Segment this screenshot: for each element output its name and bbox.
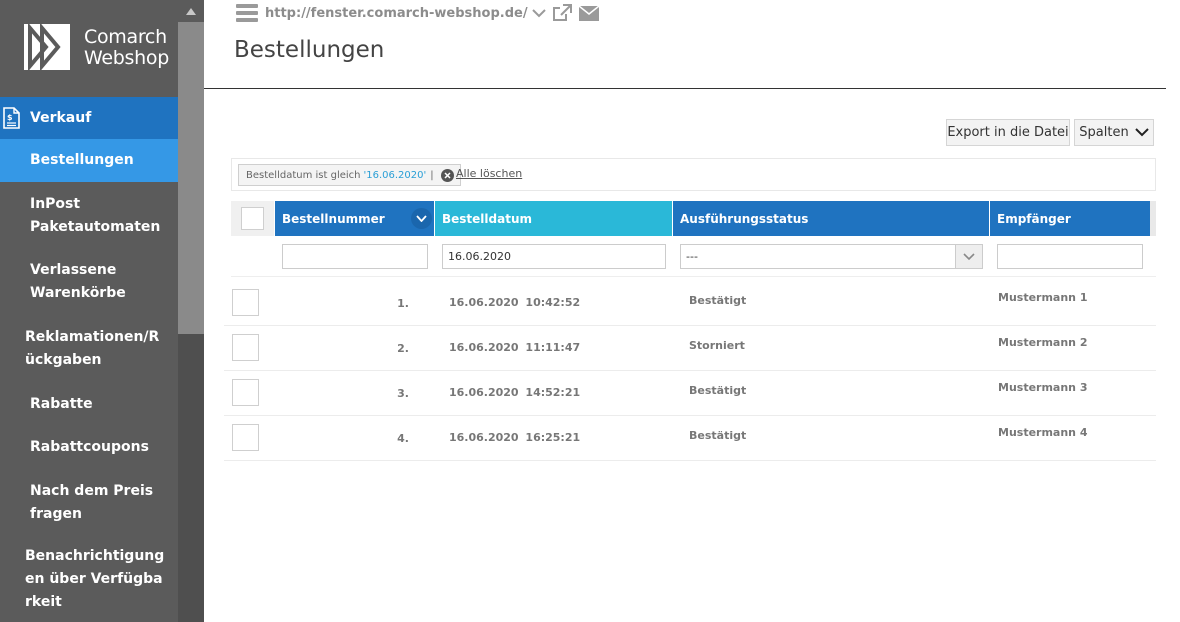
cell-status: Storniert [689,339,745,352]
columns-button-label: Spalten [1079,125,1129,140]
chevron-down-icon[interactable] [955,245,982,268]
scroll-up-arrow-icon[interactable] [178,0,204,22]
select-all-cell [231,201,274,236]
cell-empfaenger: Mustermann 3 [998,381,1088,394]
sidebar-item-label: Bestellungen [30,152,134,168]
column-header-label: Bestellnummer [282,211,385,226]
row-checkbox[interactable] [232,379,259,406]
sidebar-item-benachrichtigungen[interactable]: Benachrichtigungen über Verfügbarkeit [0,536,178,622]
cell-bestellnummer: 2. [397,342,409,355]
sidebar-section-label: Verkauf [30,110,92,126]
chevron-down-icon[interactable] [531,8,546,18]
external-link-icon[interactable] [552,4,572,22]
select-all-checkbox[interactable] [241,207,264,230]
cell-bestellnummer: 3. [397,387,409,400]
sidebar-item-reklamationen[interactable]: Reklamationen/Rückgaben [0,315,178,383]
sidebar-item-verlassene-warenkoerbe[interactable]: Verlassene Warenkörbe [0,248,178,315]
comarch-logo-icon [24,24,70,70]
cell-bestelldatum: 16.06.2020 16:25:21 [449,431,581,444]
filter-chip-separator: | [430,169,434,181]
row-checkbox[interactable] [232,334,259,361]
brand-line-1: Comarch [84,26,167,48]
filter-bestelldatum-input[interactable]: 16.06.2020 [442,244,666,269]
cell-status: Bestätigt [689,384,747,397]
sort-chevron-down-icon[interactable] [411,208,432,229]
scroll-thumb[interactable] [178,22,204,334]
filter-bestellnummer-input[interactable] [282,244,428,269]
cell-status: Bestätigt [689,294,747,307]
shop-url-link[interactable]: http://fenster.comarch-webshop.de/ [265,6,528,21]
cell-bestelldatum: 16.06.2020 11:11:47 [449,341,581,354]
filter-chip-label: Bestelldatum ist gleich [246,169,361,181]
filter-status-select[interactable]: --- [680,244,983,269]
sidebar-section-verkauf[interactable]: $ Verkauf [0,97,178,139]
sidebar-item-label: Benachrichtigungen über Verfügbarkeit [25,547,165,610]
cell-bestellnummer: 1. [397,297,409,310]
column-header-bestelldatum[interactable]: Bestelldatum [435,201,672,236]
row-checkbox[interactable] [232,424,259,451]
logo[interactable]: Comarch Webshop [0,0,178,97]
hamburger-menu-icon[interactable] [236,4,258,22]
filter-chip-bestelldatum[interactable]: Bestelldatum ist gleich '16.06.2020' | [238,164,461,186]
export-to-file-button[interactable]: Export in die Datei [946,119,1070,146]
sidebar-scrollbar[interactable] [178,0,204,622]
cell-empfaenger: Mustermann 4 [998,426,1088,439]
svg-text:$: $ [7,113,13,122]
header-divider [204,88,1166,89]
chevron-down-icon [1134,128,1149,137]
top-bar: http://fenster.comarch-webshop.de/ [236,0,599,26]
sidebar-item-label: Reklamationen/Rückgaben [25,329,160,368]
sidebar-item-bestellungen[interactable]: Bestellungen [0,139,178,182]
sidebar-item-label: Rabatte [30,396,93,412]
table-row[interactable]: 1. 16.06.2020 10:42:52 Bestätigt Musterm… [224,281,1156,326]
sidebar-item-rabattcoupons[interactable]: Rabattcoupons [0,426,178,469]
column-header-ausfuehrungsstatus[interactable]: Ausführungsstatus [673,201,989,236]
clear-all-filters-link[interactable]: Alle löschen [456,167,522,180]
sidebar-item-label: Verlassene Warenkörbe [30,261,126,301]
sidebar-item-label: Rabattcoupons [30,439,149,455]
column-filter-row: 16.06.2020 --- [231,237,1156,277]
brand-name: Comarch Webshop [84,27,169,69]
column-header-label: Ausführungsstatus [680,211,809,226]
table-row[interactable]: 3. 16.06.2020 14:52:21 Bestätigt Musterm… [224,371,1156,416]
sidebar-item-rabatte[interactable]: Rabatte [0,383,178,426]
filter-chip-value: '16.06.2020' [363,169,427,181]
column-header-label: Bestelldatum [442,211,532,226]
column-header-empfaenger[interactable]: Empfänger [990,201,1150,236]
cell-status: Bestätigt [689,429,747,442]
cell-empfaenger: Mustermann 2 [998,336,1088,349]
column-header-label: Empfänger [997,211,1071,226]
cell-bestelldatum: 16.06.2020 14:52:21 [449,386,581,399]
cell-empfaenger: Mustermann 1 [998,291,1088,304]
sidebar-item-nach-dem-preis-fragen[interactable]: Nach dem Preis fragen [0,469,178,536]
active-filters-bar: Bestelldatum ist gleich '16.06.2020' | A… [231,158,1156,191]
row-checkbox[interactable] [232,289,259,316]
filter-status-value: --- [686,250,698,263]
filter-empfaenger-input[interactable] [997,244,1143,269]
column-header-bestellnummer[interactable]: Bestellnummer [275,201,434,236]
table-row[interactable]: 4. 16.06.2020 16:25:21 Bestätigt Musterm… [224,416,1156,461]
sidebar-item-label: Nach dem Preis fragen [30,482,154,522]
document-dollar-icon: $ [0,106,22,130]
page-title: Bestellungen [234,37,385,63]
columns-button[interactable]: Spalten [1074,119,1154,146]
sidebar: Comarch Webshop $ Verkauf Bestellungen I… [0,0,204,622]
sidebar-item-label: InPost Paketautomaten [30,196,161,235]
table-row[interactable]: 2. 16.06.2020 11:11:47 Storniert Musterm… [224,326,1156,371]
remove-filter-icon[interactable] [440,168,454,182]
sidebar-item-inpost[interactable]: InPost Paketautomaten [0,182,178,248]
table-header-scroll-gutter [1150,201,1156,236]
brand-line-2: Webshop [84,47,169,69]
cell-bestelldatum: 16.06.2020 10:42:52 [449,296,581,309]
sidebar-menu: $ Verkauf Bestellungen InPost Paketautom… [0,97,178,622]
envelope-icon[interactable] [578,5,599,21]
cell-bestellnummer: 4. [397,432,409,445]
